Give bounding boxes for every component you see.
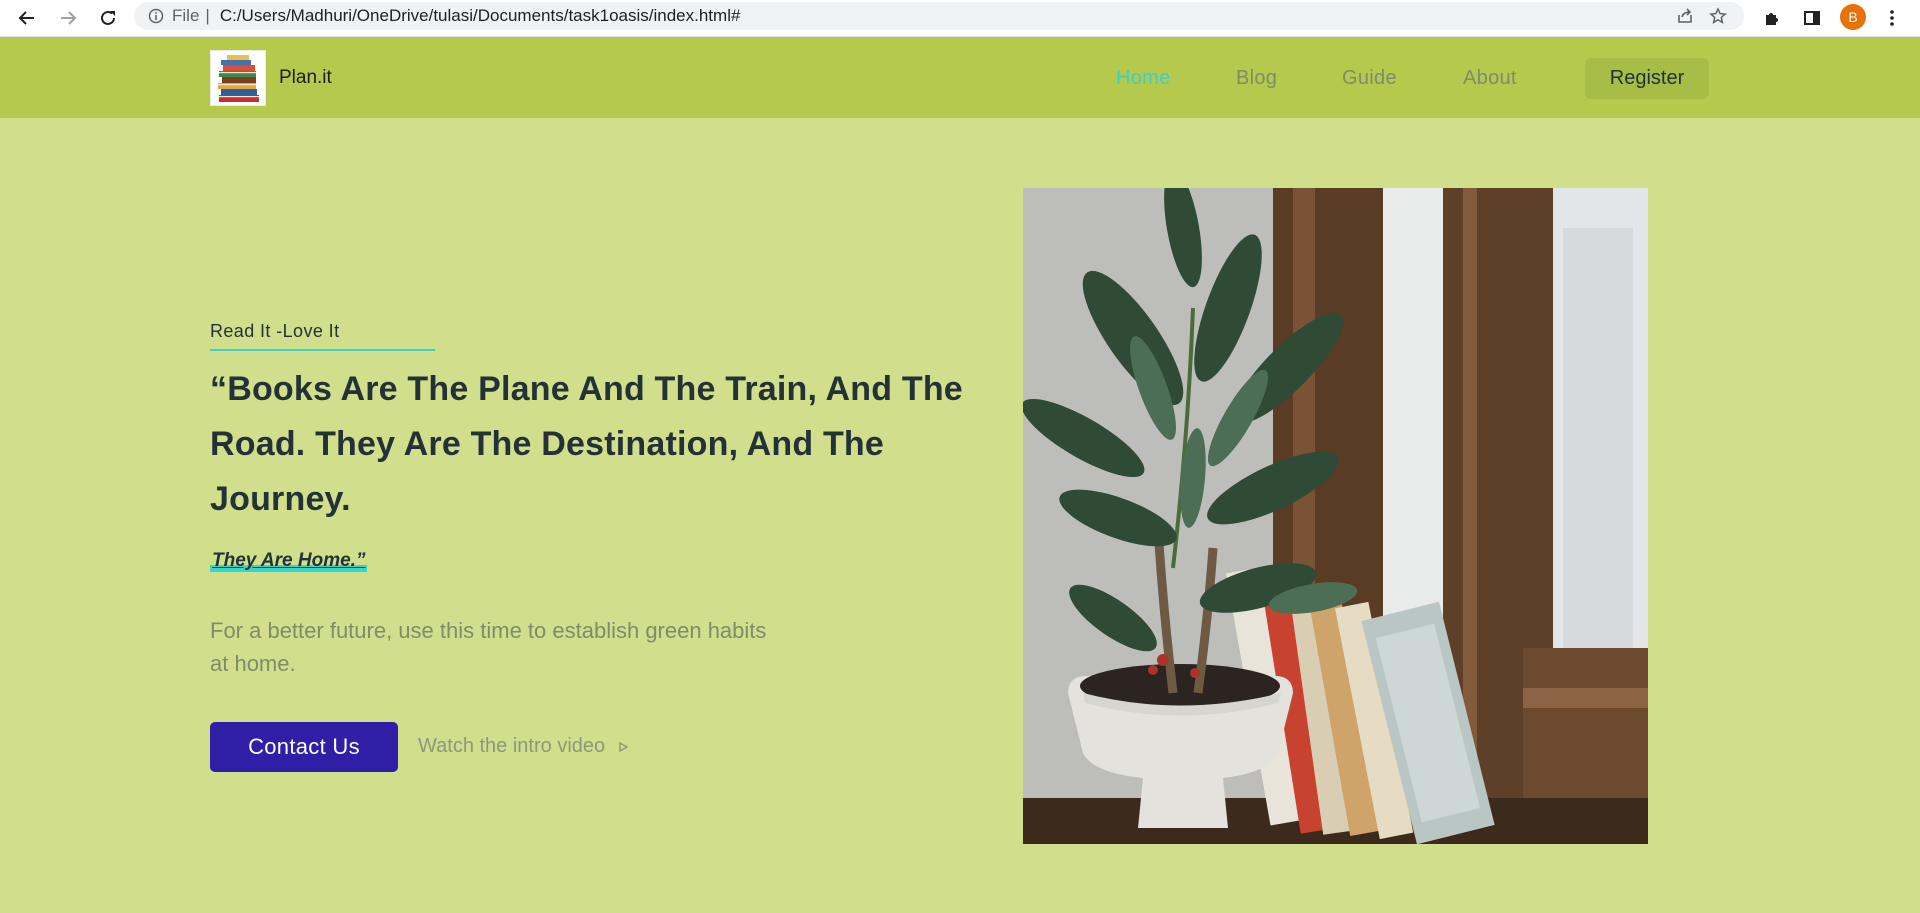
info-icon[interactable] xyxy=(148,8,164,24)
brand-name[interactable]: Plan.it xyxy=(279,67,332,89)
forward-icon[interactable] xyxy=(54,4,82,32)
share-icon[interactable] xyxy=(1671,2,1699,30)
puzzle-icon[interactable] xyxy=(1758,4,1786,32)
nav-home[interactable]: Home xyxy=(1116,67,1171,90)
star-icon[interactable] xyxy=(1704,2,1732,30)
hero-quote-end: They Are Home.” xyxy=(210,550,368,572)
kebab-menu-icon[interactable] xyxy=(1878,4,1906,32)
url-text[interactable]: C:/Users/Madhuri/OneDrive/tulasi/Documen… xyxy=(220,6,741,26)
tagline-underline xyxy=(210,349,435,351)
reload-icon[interactable] xyxy=(94,4,122,32)
nav-blog[interactable]: Blog xyxy=(1236,67,1277,90)
sidebar-icon[interactable] xyxy=(1798,4,1826,32)
back-icon[interactable] xyxy=(13,4,41,32)
url-scheme: File xyxy=(172,6,200,25)
browser-toolbar: File | C:/Users/Madhuri/OneDrive/tulasi/… xyxy=(0,0,1920,37)
address-bar[interactable]: File | C:/Users/Madhuri/OneDrive/tulasi/… xyxy=(134,2,1744,30)
register-button[interactable]: Register xyxy=(1585,58,1709,99)
nav-guide[interactable]: Guide xyxy=(1342,67,1397,90)
plant-books-photo xyxy=(1023,188,1648,844)
url-separator: | xyxy=(205,6,210,25)
nav-about[interactable]: About xyxy=(1463,67,1517,90)
site-header: Plan.it Home Blog Guide About Register xyxy=(0,37,1920,118)
profile-avatar[interactable]: B xyxy=(1840,4,1866,30)
watch-intro-link[interactable]: Watch the intro video xyxy=(418,735,629,758)
watch-intro-label: Watch the intro video xyxy=(418,735,606,757)
hero-tagline: Read It -Love It xyxy=(210,321,340,341)
hero-subtext: For a better future, use this time to es… xyxy=(210,618,767,676)
play-icon xyxy=(617,741,629,753)
hero-quote: “Books Are The Plane And The Train, And … xyxy=(210,370,963,518)
contact-us-button[interactable]: Contact Us xyxy=(210,722,398,772)
books-logo[interactable] xyxy=(210,50,266,106)
